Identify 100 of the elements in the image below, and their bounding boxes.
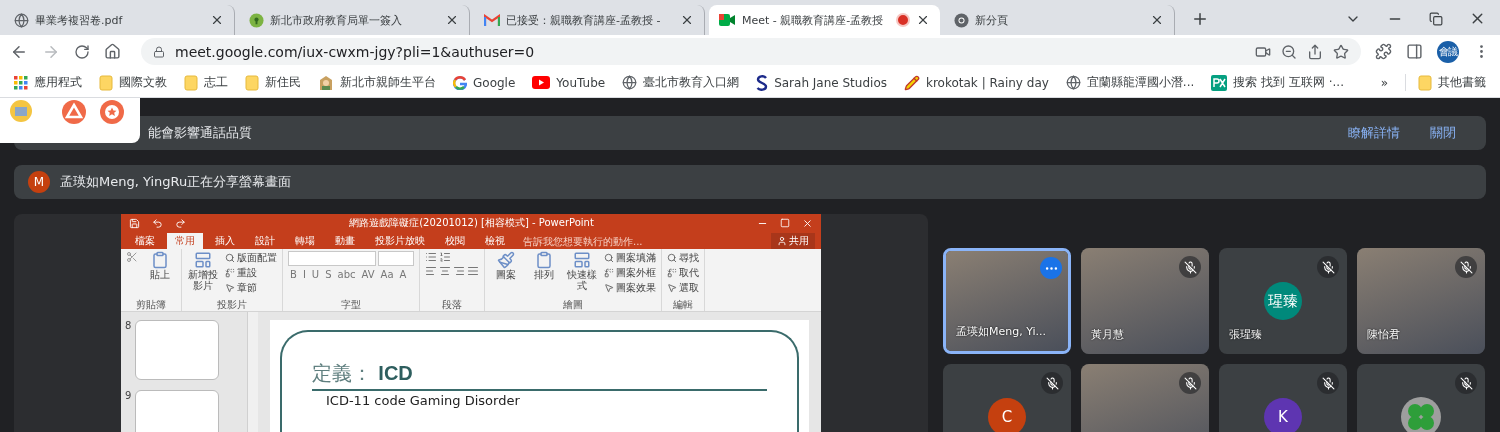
redo-icon[interactable]: [175, 217, 186, 229]
ribbon-button[interactable]: 圖案外框: [604, 266, 656, 279]
format-button[interactable]: B: [288, 268, 299, 281]
format-button[interactable]: AV: [359, 268, 377, 281]
ribbon-button[interactable]: 新增投影片: [187, 251, 219, 291]
reload-icon[interactable]: [74, 43, 90, 60]
lock-icon: [153, 45, 165, 58]
bookmark[interactable]: Sarah Jane Studios: [756, 74, 887, 91]
ribbon-button[interactable]: 選取: [667, 281, 699, 294]
bookmark[interactable]: 宜蘭縣龍潭國小潛...: [1065, 74, 1195, 91]
star-icon[interactable]: [1333, 43, 1349, 60]
home-icon[interactable]: [104, 43, 121, 60]
close-icon[interactable]: [916, 13, 930, 27]
bookmark[interactable]: 新北市親師生平台: [318, 74, 436, 91]
ribbon-tab[interactable]: 投影片放映: [367, 233, 433, 249]
format-button[interactable]: abc: [335, 268, 358, 281]
ribbon-button[interactable]: 圖案填滿: [604, 251, 656, 264]
play-button-icon: [532, 76, 551, 89]
bullet-list-icon[interactable]: [425, 251, 437, 263]
slide-number: 8: [125, 320, 132, 333]
ribbon-button[interactable]: 貼上: [144, 251, 176, 280]
emblem-icon[interactable]: [10, 100, 32, 122]
ribbon-button[interactable]: 尋找: [667, 251, 699, 264]
avatar: K: [1264, 398, 1302, 432]
format-button[interactable]: I: [300, 268, 308, 281]
profile-avatar[interactable]: 會議: [1437, 40, 1459, 63]
ribbon-tab[interactable]: 檢視: [477, 233, 513, 249]
ribbon-button[interactable]: 快速樣式: [566, 251, 598, 291]
notice-link[interactable]: 瞭解詳情: [1348, 124, 1400, 142]
ribbon-button[interactable]: 排列: [528, 251, 560, 280]
bookmark[interactable]: YouTube: [532, 75, 606, 90]
align-right-icon[interactable]: [453, 265, 465, 277]
bookmark[interactable]: 臺北市教育入口網: [622, 74, 740, 91]
browser-tab[interactable]: Meet - 親職教育講座-孟教授: [709, 5, 940, 35]
ribbon-button[interactable]: 圖案: [490, 251, 522, 280]
ribbon-tab[interactable]: 校閱: [437, 233, 473, 249]
participant-tile[interactable]: K: [1219, 364, 1347, 432]
align-center-icon[interactable]: [439, 265, 451, 277]
undo-icon[interactable]: [152, 217, 163, 229]
font-size-field[interactable]: [378, 251, 414, 266]
bookmark[interactable]: 國際文教: [99, 74, 167, 91]
folder-icon: [184, 74, 198, 91]
slide-thumbnail[interactable]: [135, 320, 220, 380]
align-left-icon[interactable]: [425, 265, 437, 277]
bookmark[interactable]: 應用程式: [14, 74, 82, 91]
ribbon-tab[interactable]: 設計: [247, 233, 283, 249]
save-icon[interactable]: [129, 217, 140, 229]
participant-tile[interactable]: 瑆臻 張瑆臻: [1219, 248, 1347, 354]
ribbon-button[interactable]: 圖案效果: [604, 281, 656, 294]
tab-title: 畢業考複習卷.pdf: [35, 12, 124, 28]
keyhole-badge-icon: [249, 12, 264, 28]
format-button[interactable]: S: [323, 268, 334, 281]
replace-icon: [225, 267, 235, 278]
ribbon-button[interactable]: 版面配置: [225, 251, 277, 264]
new-tab-icon[interactable]: [1191, 10, 1209, 28]
scissors-icon[interactable]: [126, 251, 138, 263]
more-bookmarks[interactable]: »: [1380, 75, 1388, 90]
participant-tile[interactable]: 孟瑛如Meng, Yi...: [943, 248, 1071, 354]
star-badge-icon[interactable]: [100, 100, 124, 124]
maximize-icon[interactable]: [780, 218, 790, 228]
address-bar[interactable]: meet.google.com/iux-cwxm-jgy?pli=1&authuser=0: [141, 38, 1361, 65]
bookmark[interactable]: krokotak | Rainy day: [904, 74, 1049, 91]
ribbon-tab[interactable]: 常用: [167, 233, 203, 249]
ribbon-tab[interactable]: 檔案: [127, 233, 163, 249]
zoom-out-icon[interactable]: [1281, 43, 1297, 60]
share-icon[interactable]: [1307, 43, 1323, 60]
close-icon[interactable]: [445, 13, 459, 27]
ribbon-tab[interactable]: 動畫: [327, 233, 363, 249]
close-icon[interactable]: [1150, 13, 1164, 27]
bookmark[interactable]: 志工: [184, 74, 228, 91]
bookmark[interactable]: 新住民: [245, 74, 301, 91]
tell-me-field[interactable]: 告訴我您想要執行的動作...: [523, 235, 643, 249]
ribbon-tab[interactable]: 插入: [207, 233, 243, 249]
bookmark[interactable]: 搜索 找到 互联网 ·...: [1211, 74, 1344, 91]
participant-tile[interactable]: 黃月慧: [1081, 248, 1209, 354]
participant-tile[interactable]: C: [943, 364, 1071, 432]
bookmark[interactable]: 其他書籤: [1405, 74, 1500, 91]
folder-icon: [245, 74, 259, 91]
format-button[interactable]: U: [309, 268, 322, 281]
restore-icon[interactable]: [1429, 11, 1443, 26]
ribbon-button[interactable]: 重設: [225, 266, 277, 279]
triangle-logo-icon[interactable]: [62, 100, 86, 124]
side-panel-icon[interactable]: [1406, 43, 1423, 60]
numbered-list-icon[interactable]: [439, 251, 451, 263]
close-icon[interactable]: [680, 13, 694, 27]
ribbon-button[interactable]: 取代: [667, 266, 699, 279]
share-button[interactable]: 共用: [771, 233, 815, 249]
puzzle-icon[interactable]: [1375, 43, 1392, 60]
justify-icon[interactable]: [467, 265, 479, 277]
ribbon-tab[interactable]: 轉場: [287, 233, 323, 249]
participant-tile[interactable]: 陳怡君: [1357, 248, 1485, 354]
close-icon[interactable]: [802, 217, 813, 229]
close-icon[interactable]: [210, 13, 224, 27]
format-button[interactable]: Aa: [378, 268, 396, 281]
format-button[interactable]: A: [397, 268, 409, 281]
font-name-field[interactable]: [288, 251, 376, 266]
slide-thumbnail[interactable]: [135, 390, 220, 432]
ribbon-button[interactable]: 章節: [225, 281, 277, 294]
notice-link[interactable]: 關閉: [1430, 124, 1456, 142]
bookmark[interactable]: Google: [453, 75, 516, 90]
